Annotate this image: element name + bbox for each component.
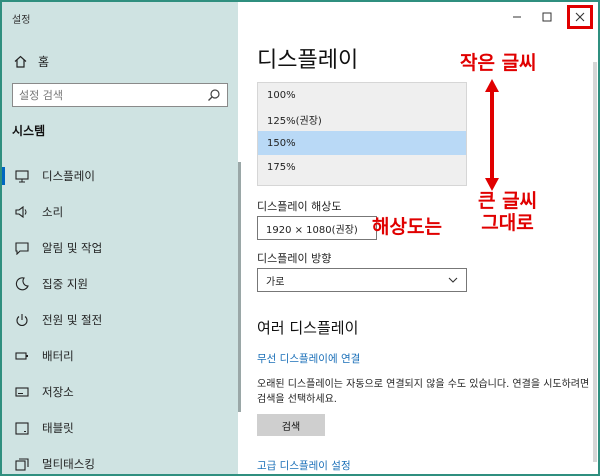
scale-option[interactable]: 175% — [258, 155, 466, 179]
power-icon — [14, 312, 30, 328]
sidebar: 설정 홈 설정 검색 시스템 디스플레이 소리 알림 및 작업 집중 지원 전원… — [2, 2, 238, 474]
sidebar-item-label: 태블릿 — [42, 421, 74, 435]
window-title: 설정 — [12, 15, 31, 26]
home-label: 홈 — [38, 54, 50, 69]
multi-display-heading: 여러 디스플레이 — [257, 319, 359, 337]
sidebar-nav: 디스플레이 소리 알림 및 작업 집중 지원 전원 및 절전 배터리 저장소 태… — [2, 158, 238, 474]
scale-option[interactable]: 125%(권장) — [258, 107, 466, 131]
annotation-big-text-line2: 그대로 — [481, 212, 534, 234]
monitor-icon — [14, 168, 30, 184]
settings-search-input[interactable]: 설정 검색 — [12, 83, 228, 107]
resolution-label: 디스플레이 해상도 — [257, 200, 342, 213]
scale-option[interactable]: 100% — [258, 83, 466, 107]
sidebar-item-tablet[interactable]: 태블릿 — [2, 410, 238, 446]
detect-description: 오래된 디스플레이는 자동으로 연결되지 않을 수도 있습니다. 연결을 시도하… — [257, 379, 590, 405]
orientation-label: 디스플레이 방향 — [257, 252, 332, 265]
sidebar-item-label: 디스플레이 — [42, 169, 95, 183]
home-icon — [14, 55, 28, 68]
close-button[interactable] — [567, 5, 593, 29]
scale-option-selected[interactable]: 150% — [258, 131, 466, 155]
sidebar-item-power[interactable]: 전원 및 절전 — [2, 302, 238, 338]
scale-list[interactable]: 100% 125%(권장) 150% 175% — [257, 82, 467, 186]
chevron-down-icon — [448, 275, 458, 285]
multitasking-icon — [14, 456, 30, 472]
sidebar-item-label: 배터리 — [42, 349, 74, 363]
sidebar-item-label: 전원 및 절전 — [42, 313, 103, 327]
sidebar-scrollbar[interactable] — [238, 162, 241, 412]
moon-icon — [14, 276, 30, 292]
sidebar-item-label: 저장소 — [42, 385, 74, 399]
annotation-small-text: 작은 글씨 — [460, 52, 537, 74]
section-heading: 시스템 — [12, 124, 46, 138]
battery-icon — [14, 348, 30, 364]
tablet-icon — [14, 420, 30, 436]
search-placeholder: 설정 검색 — [19, 89, 63, 102]
maximize-icon — [542, 12, 552, 22]
advanced-display-link[interactable]: 고급 디스플레이 설정 — [257, 458, 351, 473]
orientation-value: 가로 — [266, 276, 285, 288]
search-icon[interactable] — [207, 88, 221, 102]
orientation-select[interactable]: 가로 — [257, 268, 467, 292]
resolution-select[interactable]: 1920 × 1080(권장) — [257, 216, 377, 240]
sidebar-item-label: 집중 지원 — [42, 277, 88, 291]
notification-icon — [14, 240, 30, 256]
speaker-icon — [14, 204, 30, 220]
sidebar-home[interactable]: 홈 — [14, 52, 49, 70]
sidebar-item-multitasking[interactable]: 멀티태스킹 — [2, 446, 238, 474]
close-icon — [575, 12, 585, 22]
annotation-big-text: 큰 글씨 그대로 — [478, 190, 537, 234]
maximize-button[interactable] — [534, 5, 560, 29]
minimize-button[interactable] — [504, 5, 530, 29]
annotation-resolution-note: 해상도는 — [372, 216, 442, 238]
minimize-icon — [513, 16, 521, 18]
sidebar-item-battery[interactable]: 배터리 — [2, 338, 238, 374]
double-arrow-icon — [485, 79, 499, 191]
sidebar-item-sound[interactable]: 소리 — [2, 194, 238, 230]
detect-button[interactable]: 검색 — [257, 414, 325, 436]
sidebar-item-storage[interactable]: 저장소 — [2, 374, 238, 410]
sidebar-item-display[interactable]: 디스플레이 — [2, 158, 238, 194]
content-scrollbar[interactable] — [593, 62, 597, 462]
resolution-value: 1920 × 1080(권장) — [266, 224, 358, 236]
page-title: 디스플레이 — [257, 48, 359, 73]
sidebar-item-focus[interactable]: 집중 지원 — [2, 266, 238, 302]
annotation-big-text-line1: 큰 글씨 — [478, 190, 538, 212]
sidebar-item-label: 멀티태스킹 — [42, 457, 95, 471]
sidebar-item-label: 알림 및 작업 — [42, 241, 103, 255]
storage-icon — [14, 384, 30, 400]
sidebar-item-label: 소리 — [42, 205, 64, 219]
wireless-display-link[interactable]: 무선 디스플레이에 연결 — [257, 351, 360, 366]
sidebar-item-notifications[interactable]: 알림 및 작업 — [2, 230, 238, 266]
